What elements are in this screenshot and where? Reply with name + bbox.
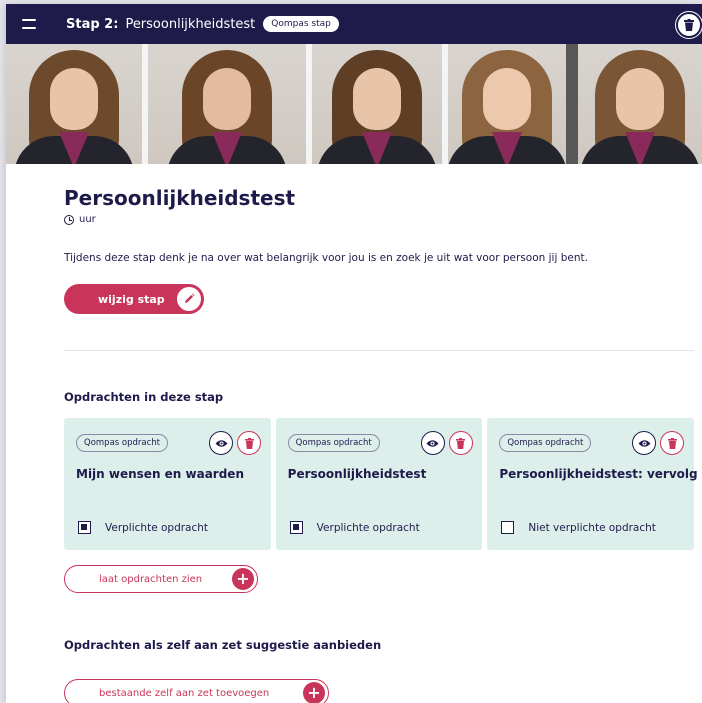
banner-photo [448,44,566,164]
app-window: Stap 2: Persoonlijkheidstest Qompas stap [6,4,702,703]
banner-photo [312,44,442,164]
required-label: Verplichte opdracht [105,521,209,534]
top-bar: Stap 2: Persoonlijkheidstest Qompas stap [6,4,702,44]
add-existing-label: bestaande zelf aan zet toevoegen [99,687,270,699]
eye-icon [426,439,439,447]
banner-photo [578,44,702,164]
header-photo-banner [6,44,702,164]
show-assignments-label: laat opdrachten zien [99,573,203,585]
edit-step-label: wijzig stap [98,292,165,306]
assignment-type-badge: Qompas opdracht [499,434,592,452]
required-toggle[interactable]: Verplichte opdracht [78,521,208,534]
view-assignment-button[interactable] [209,431,233,455]
delete-assignment-button[interactable] [448,431,473,455]
hamburger-icon[interactable] [22,19,36,29]
suggestions-section-title: Opdrachten als zelf aan zet suggestie aa… [64,638,382,652]
show-assignments-button[interactable]: laat opdrachten zien + [64,565,258,593]
delete-assignment-button[interactable] [237,431,261,455]
clock-icon [64,214,74,225]
required-checkbox[interactable] [289,521,303,534]
delete-step-button[interactable] [675,11,702,39]
section-divider [64,350,694,351]
assignment-card[interactable]: Qompas opdracht Persoonlijkheidstest Ver… [275,418,483,550]
duration-text: uur [79,214,96,225]
step-title: Persoonlijkheidstest [125,16,256,32]
step-type-badge: Qompas stap [263,16,339,32]
pencil-icon [177,287,201,311]
assignment-cards: Qompas opdracht Mijn wensen en waarden V… [64,418,698,550]
assignment-type-badge: Qompas opdracht [76,434,168,452]
plus-icon: + [303,682,325,703]
add-existing-button[interactable]: bestaande zelf aan zet toevoegen + [64,679,329,703]
eye-icon [638,439,651,447]
plus-icon: + [232,568,254,590]
required-toggle[interactable]: Niet verplichte opdracht [501,521,656,534]
edit-step-button[interactable]: wijzig stap [64,284,204,314]
trash-icon [244,437,254,449]
duration: uur [64,214,96,225]
delete-assignment-button[interactable] [660,431,685,455]
required-checkbox[interactable] [78,521,91,534]
trash-icon [684,19,694,31]
view-assignment-button[interactable] [420,431,445,455]
assignment-card[interactable]: Qompas opdracht Persoonlijkheidstest: ve… [487,418,698,550]
step-description: Tijdens deze stap denk je na over wat be… [64,252,588,264]
view-assignment-button[interactable] [632,431,657,455]
trash-icon [667,437,677,449]
required-label: Niet verplichte opdracht [528,521,656,534]
assignments-section-title: Opdrachten in deze stap [64,390,224,404]
assignment-title: Persoonlijkheidstest: vervolg [499,467,698,481]
step-label: Stap 2: [66,16,119,32]
assignment-type-badge: Qompas opdracht [287,434,380,452]
trash-icon [456,437,466,449]
banner-photo [148,44,306,164]
assignment-title: Mijn wensen en waarden [76,467,244,481]
required-toggle[interactable]: Verplichte opdracht [289,521,420,534]
banner-photo [6,44,142,164]
required-label: Verplichte opdracht [316,521,420,534]
required-checkbox[interactable] [501,521,515,534]
page-title: Persoonlijkheidstest [64,186,296,210]
assignment-title: Persoonlijkheidstest [287,467,427,481]
assignment-card[interactable]: Qompas opdracht Mijn wensen en waarden V… [64,418,271,550]
eye-icon [215,439,227,447]
